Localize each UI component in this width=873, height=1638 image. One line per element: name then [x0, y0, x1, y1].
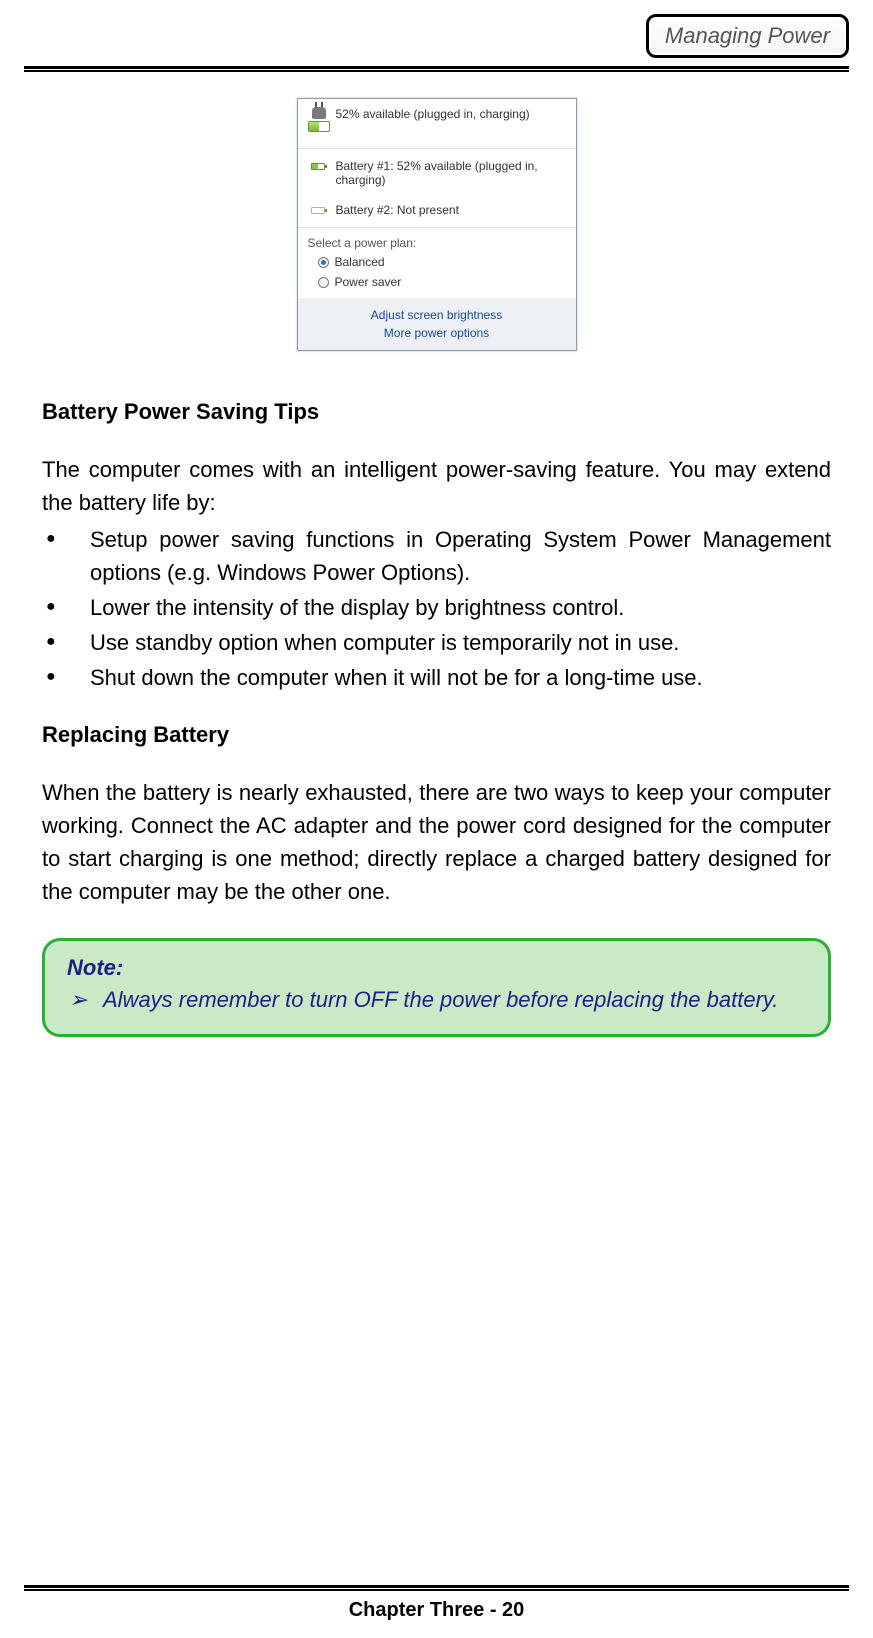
power-popup: 52% available (plugged in, charging) Bat…	[297, 98, 577, 351]
note-box: Note: Always remember to turn OFF the po…	[42, 938, 831, 1037]
radio-unchecked-icon	[318, 277, 329, 288]
tips-heading: Battery Power Saving Tips	[42, 399, 831, 425]
plug-battery-icon	[308, 107, 328, 138]
radio-checked-icon	[318, 257, 329, 268]
page-footer: Chapter Three - 20	[24, 1577, 849, 1622]
replace-body: When the battery is nearly exhausted, th…	[42, 776, 831, 908]
plan-saver-option[interactable]: Power saver	[298, 272, 576, 292]
tips-intro: The computer comes with an intelligent p…	[42, 453, 831, 519]
battery1-text: Battery #1: 52% available (plugged in, c…	[336, 159, 566, 187]
tip-item: Shut down the computer when it will not …	[42, 661, 831, 694]
header-title: Managing Power	[665, 23, 830, 48]
note-item: Always remember to turn OFF the power be…	[67, 983, 806, 1016]
replace-heading: Replacing Battery	[42, 722, 831, 748]
page-header: Managing Power	[0, 0, 873, 72]
plan-balanced-label: Balanced	[335, 255, 385, 269]
note-list: Always remember to turn OFF the power be…	[67, 983, 806, 1016]
page-number: Chapter Three - 20	[24, 1599, 849, 1622]
header-rule	[24, 66, 849, 72]
battery-icon	[308, 159, 328, 173]
tip-item: Lower the intensity of the display by br…	[42, 591, 831, 624]
note-title: Note:	[67, 955, 806, 981]
power-summary-text: 52% available (plugged in, charging)	[336, 107, 530, 121]
header-title-box: Managing Power	[646, 14, 849, 58]
tip-item: Use standby option when computer is temp…	[42, 626, 831, 659]
power-plan-label: Select a power plan:	[298, 230, 576, 252]
battery-missing-icon	[308, 203, 328, 217]
more-options-link[interactable]: More power options	[384, 326, 489, 340]
footer-rule	[24, 1585, 849, 1591]
battery2-text: Battery #2: Not present	[336, 203, 459, 217]
tip-item: Setup power saving functions in Operatin…	[42, 523, 831, 589]
plan-balanced-option[interactable]: Balanced	[298, 252, 576, 272]
tips-list: Setup power saving functions in Operatin…	[42, 523, 831, 694]
plan-saver-label: Power saver	[335, 275, 402, 289]
brightness-link[interactable]: Adjust screen brightness	[371, 308, 502, 322]
